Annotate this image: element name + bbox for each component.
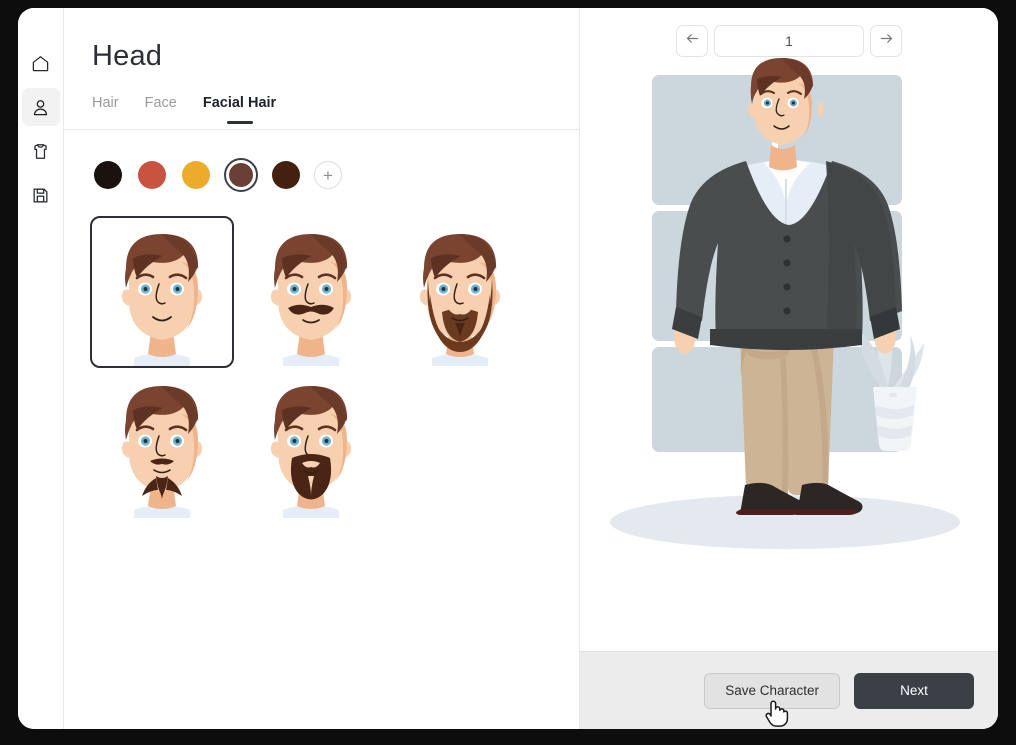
preview-panel: Save Character Next (580, 8, 998, 729)
color-swatch-brown-selected[interactable] (224, 158, 258, 192)
floppy-disk-icon (31, 186, 50, 205)
action-bar: Save Character Next (580, 651, 998, 729)
color-dot (138, 161, 166, 189)
editor-panel: Head Hair Face Facial Hair (64, 8, 580, 729)
color-dot (94, 161, 122, 189)
tab-bar: Hair Face Facial Hair (64, 73, 579, 130)
facial-hair-grid (64, 192, 579, 520)
color-swatch-dark-brown[interactable] (270, 159, 302, 191)
pants (740, 337, 834, 495)
option-goatee[interactable] (90, 368, 234, 520)
sidebar-item-home[interactable] (22, 44, 60, 82)
color-swatch-row: + (64, 130, 579, 192)
tab-facial-hair[interactable]: Facial Hair (203, 95, 276, 129)
page-title: Head (64, 8, 579, 73)
option-full-beard[interactable] (388, 216, 532, 368)
shirt-icon (31, 142, 50, 161)
next-page-button[interactable] (870, 25, 902, 57)
color-dot (272, 161, 300, 189)
face-circle-beard-illustration (248, 368, 374, 518)
pagination (580, 8, 998, 57)
person-icon (31, 98, 50, 117)
face-goatee-illustration (99, 368, 225, 518)
next-button[interactable]: Next (854, 673, 974, 709)
tab-face[interactable]: Face (145, 95, 177, 129)
arrow-right-icon (879, 31, 894, 51)
screen: Head Hair Face Facial Hair (0, 0, 1016, 745)
arrow-left-icon (685, 31, 700, 51)
color-swatch-black[interactable] (92, 159, 124, 191)
face-clean-shaven-illustration (99, 216, 225, 366)
sidebar-item-save[interactable] (22, 176, 60, 214)
app-window: Head Hair Face Facial Hair (18, 8, 998, 729)
prev-page-button[interactable] (676, 25, 708, 57)
color-dot (182, 161, 210, 189)
face-full-beard-illustration (397, 216, 523, 366)
character-preview-stage (580, 57, 998, 651)
add-color-button[interactable]: + (314, 161, 342, 189)
sidebar (18, 8, 64, 729)
page-input[interactable] (714, 25, 864, 57)
color-swatch-yellow[interactable] (180, 159, 212, 191)
sidebar-item-character[interactable] (22, 88, 60, 126)
save-character-button[interactable]: Save Character (704, 673, 840, 709)
home-icon (31, 54, 50, 73)
tab-hair[interactable]: Hair (92, 95, 119, 129)
face-mustache-illustration (248, 216, 374, 366)
color-dot (229, 163, 253, 187)
option-circle-beard[interactable] (239, 368, 383, 520)
option-clean-shaven[interactable] (90, 216, 234, 368)
character-illustration (580, 57, 998, 617)
option-mustache[interactable] (239, 216, 383, 368)
sidebar-item-clothing[interactable] (22, 132, 60, 170)
color-swatch-red[interactable] (136, 159, 168, 191)
